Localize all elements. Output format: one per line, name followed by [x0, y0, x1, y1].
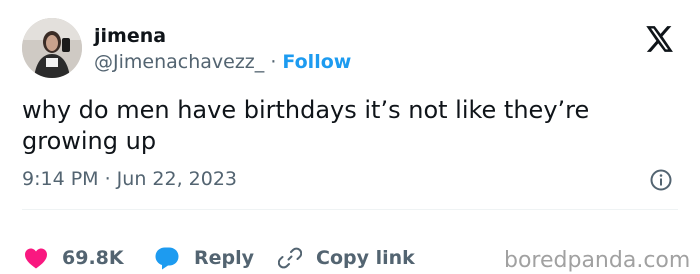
author-handle[interactable]: @Jimenachavezz_	[94, 51, 264, 73]
like-button[interactable]: 69.8K	[24, 245, 124, 271]
reply-label: Reply	[194, 247, 255, 269]
divider	[22, 209, 678, 210]
copy-link-button[interactable]: Copy link	[278, 245, 415, 271]
speech-bubble-icon	[155, 247, 179, 270]
like-count: 69.8K	[62, 247, 124, 269]
link-icon	[278, 247, 302, 269]
tweet-timestamp[interactable]: 9:14 PM · Jun 22, 2023	[22, 167, 237, 191]
display-name[interactable]: jimena	[94, 24, 166, 48]
heart-icon	[25, 248, 47, 269]
avatar[interactable]	[22, 18, 82, 78]
reply-button[interactable]: Reply	[154, 245, 254, 271]
info-icon[interactable]	[649, 168, 673, 192]
x-logo-icon[interactable]	[646, 26, 674, 52]
avatar-photo	[22, 18, 82, 78]
handle-separator: ·	[270, 51, 277, 73]
handle-line: @Jimenachavezz_ · Follow	[94, 50, 351, 74]
copy-link-label: Copy link	[316, 247, 415, 269]
follow-button[interactable]: Follow	[282, 51, 351, 73]
watermark: boredpanda.com	[504, 248, 691, 273]
tweet-text: why do men have birthdays it’s not like …	[22, 96, 590, 155]
